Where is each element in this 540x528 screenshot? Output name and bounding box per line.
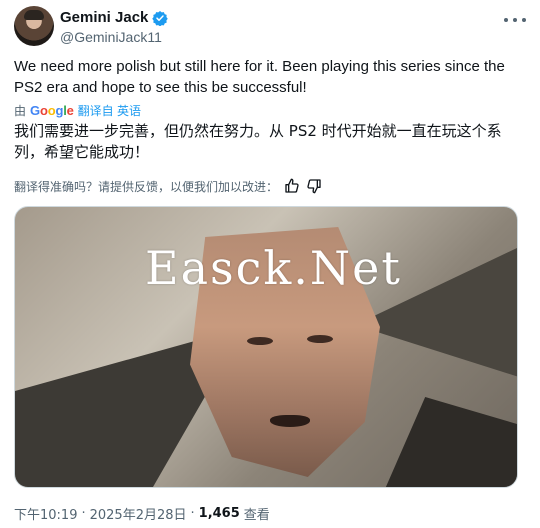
verified-badge-icon xyxy=(152,10,169,26)
more-icon[interactable] xyxy=(504,12,526,28)
author-name[interactable]: Gemini Jack xyxy=(60,9,148,26)
google-logo: Google xyxy=(30,102,74,118)
thumbs-up-icon[interactable] xyxy=(284,178,300,194)
more-dot xyxy=(504,18,508,22)
tweet-header: Gemini Jack @GeminiJack11 xyxy=(14,6,526,46)
views-label: 查看 xyxy=(243,508,270,523)
translation-feedback: 翻译得准确吗？请提供反馈，以便我们加以改进： xyxy=(14,176,322,196)
avatar[interactable] xyxy=(14,6,54,46)
watermark: Easck.Net xyxy=(145,241,402,295)
thumbs-down-icon[interactable] xyxy=(306,178,322,194)
meta-separator: · xyxy=(190,506,195,521)
tweet-time[interactable]: 下午10:19 xyxy=(14,504,77,523)
background-shard xyxy=(385,397,517,487)
translated-text: 我们需要进一步完善，但仍然在努力。从 PS2 时代开始就一直在玩这个系列，希望它… xyxy=(14,122,502,161)
translated-from-link[interactable]: 翻译自 英语 xyxy=(78,102,141,119)
meta-separator: · xyxy=(81,506,86,521)
feedback-prompt: 翻译得准确吗？请提供反馈，以便我们加以改进： xyxy=(14,179,279,194)
author-name-row: Gemini Jack xyxy=(60,9,169,26)
face-mouth xyxy=(270,415,310,427)
tweet-media-image[interactable]: Easck.Net xyxy=(14,206,518,488)
tweet-date[interactable]: 2025年2月28日 xyxy=(90,504,187,523)
tweet-text: We need more polish but still here for i… xyxy=(14,58,505,96)
views-count: 1,465 xyxy=(198,506,240,521)
face-eye xyxy=(307,335,333,343)
more-dot xyxy=(513,18,517,22)
translated-by-label: 由 xyxy=(14,103,27,118)
translation-attribution: 由 Google 翻译自 英语 xyxy=(14,101,141,119)
tweet-meta: 下午10:19 · 2025年2月28日 · 1,465 查看 xyxy=(14,504,270,523)
face-eye xyxy=(247,337,273,345)
author-handle[interactable]: @GeminiJack11 xyxy=(60,29,162,45)
more-dot xyxy=(522,18,526,22)
